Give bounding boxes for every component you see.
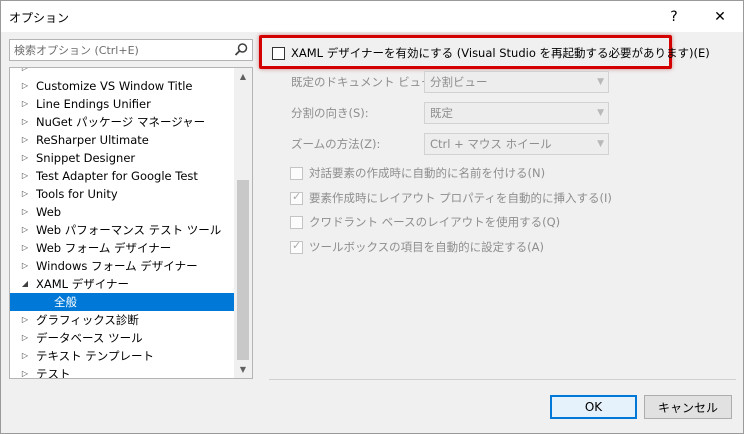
chevron-down-icon: ▼ [597,139,604,149]
close-button[interactable]: ✕ [697,1,743,32]
checkmark-icon: ✓ [292,189,302,203]
zoom-method-label: ズームの方法(Z): [291,137,381,151]
auto-insert-layout-option[interactable]: ✓ 要素作成時にレイアウト プロパティを自動的に挿入する(I) [290,190,612,206]
expand-arrow-icon[interactable]: ▷ [20,95,30,113]
tree-item-web[interactable]: ▷ Web [10,203,234,221]
auto-populate-toolbox-option[interactable]: ✓ ツールボックスの項目を自動的に設定する(A) [290,239,544,255]
help-button[interactable]: ? [651,1,697,32]
tree-item-partial: ▷ [10,68,234,77]
expand-arrow-icon[interactable]: ▷ [20,239,30,257]
ok-button[interactable]: OK [550,395,637,419]
search-input[interactable] [10,40,230,60]
expand-arrow-icon[interactable]: ▷ [20,257,30,275]
close-icon: ✕ [714,8,726,25]
options-tree[interactable]: ▷ ▷ Customize VS Window Title ▷ Line End… [9,67,253,379]
tree-item-line-endings-unifier[interactable]: ▷ Line Endings Unifier [10,95,234,113]
expand-arrow-icon[interactable]: ▷ [20,185,30,203]
scroll-up-icon[interactable]: ▲ [234,68,252,85]
tree-item-general[interactable]: 全般 [10,293,234,311]
collapse-arrow-icon[interactable]: ◢ [20,275,30,293]
enable-xaml-designer-label: XAML デザイナーを有効にする (Visual Studio を再起動する必要… [291,46,710,60]
document-view-select[interactable]: 分割ビュー ▼ [424,71,609,93]
search-box[interactable] [9,39,253,61]
expand-arrow-icon[interactable]: ▷ [20,131,30,149]
expand-arrow-icon[interactable]: ▷ [20,167,30,185]
expand-arrow-icon[interactable]: ▷ [20,221,30,239]
cancel-button[interactable]: キャンセル [644,395,732,419]
tree-item-customize-vs-window-title[interactable]: ▷ Customize VS Window Title [10,77,234,95]
tree-item-snippet-designer[interactable]: ▷ Snippet Designer [10,149,234,167]
tree-item-text-templates[interactable]: ▷ テキスト テンプレート [10,347,234,365]
checkmark-icon: ✓ [292,238,302,252]
tree-item-tools-for-unity[interactable]: ▷ Tools for Unity [10,185,234,203]
expand-arrow-icon[interactable]: ▷ [20,347,30,365]
tree-item-database-tools[interactable]: ▷ データベース ツール [10,329,234,347]
expand-arrow-icon[interactable]: ▷ [20,365,30,378]
enable-xaml-designer-option[interactable]: XAML デザイナーを有効にする (Visual Studio を再起動する必要… [272,45,710,61]
expand-arrow-icon[interactable]: ▷ [20,149,30,167]
auto-populate-toolbox-checkbox[interactable]: ✓ [290,238,303,254]
chevron-down-icon: ▼ [597,77,604,87]
tree-item-xaml-designer[interactable]: ◢ XAML デザイナー [10,275,234,293]
search-icon[interactable] [233,42,249,58]
expand-arrow-icon[interactable]: ▷ [20,77,30,95]
expand-arrow-icon[interactable]: ▷ [20,329,30,347]
tree-item-resharper[interactable]: ▷ ReSharper Ultimate [10,131,234,149]
expand-arrow-icon[interactable]: ▷ [20,203,30,221]
enable-xaml-designer-checkbox[interactable] [272,46,285,60]
tree-item-web-forms-designer[interactable]: ▷ Web フォーム デザイナー [10,239,234,257]
expand-arrow-icon[interactable]: ▷ [20,113,30,131]
tree-item-test-adapter[interactable]: ▷ Test Adapter for Google Test [10,167,234,185]
options-dialog: オプション ? ✕ ▷ ▷ Customize VS Window Title … [0,0,744,434]
split-orientation-select[interactable]: 既定 ▼ [424,102,609,124]
footer-separator [269,379,736,380]
tree-item-test[interactable]: ▷ テスト [10,365,234,378]
dialog-title: オプション [9,11,70,25]
scroll-down-icon[interactable]: ▼ [234,361,252,378]
chevron-down-icon: ▼ [597,108,604,118]
tree-item-nuget[interactable]: ▷ NuGet パッケージ マネージャー [10,113,234,131]
zoom-method-select[interactable]: Ctrl + マウス ホイール ▼ [424,133,609,155]
tree-scrollbar[interactable]: ▲ ▼ [234,68,252,378]
tree-item-graphics-diagnostics[interactable]: ▷ グラフィックス診断 [10,311,234,329]
split-orientation-label: 分割の向き(S): [291,106,369,120]
expand-arrow-icon[interactable]: ▷ [20,311,30,329]
scrollbar-thumb[interactable] [237,180,249,360]
auto-name-option[interactable]: 対話要素の作成時に自動的に名前を付ける(N) [290,165,545,181]
quadrant-layout-checkbox[interactable] [290,215,303,229]
auto-insert-layout-checkbox[interactable]: ✓ [290,189,303,205]
tree-item-web-performance[interactable]: ▷ Web パフォーマンス テスト ツール [10,221,234,239]
auto-name-checkbox[interactable] [290,166,303,180]
tree-list: ▷ ▷ Customize VS Window Title ▷ Line End… [10,68,234,378]
quadrant-layout-option[interactable]: クワドラント ベースのレイアウトを使用する(Q) [290,214,560,230]
title-bar: オプション ? ✕ [1,1,743,32]
tree-item-windows-forms-designer[interactable]: ▷ Windows フォーム デザイナー [10,257,234,275]
